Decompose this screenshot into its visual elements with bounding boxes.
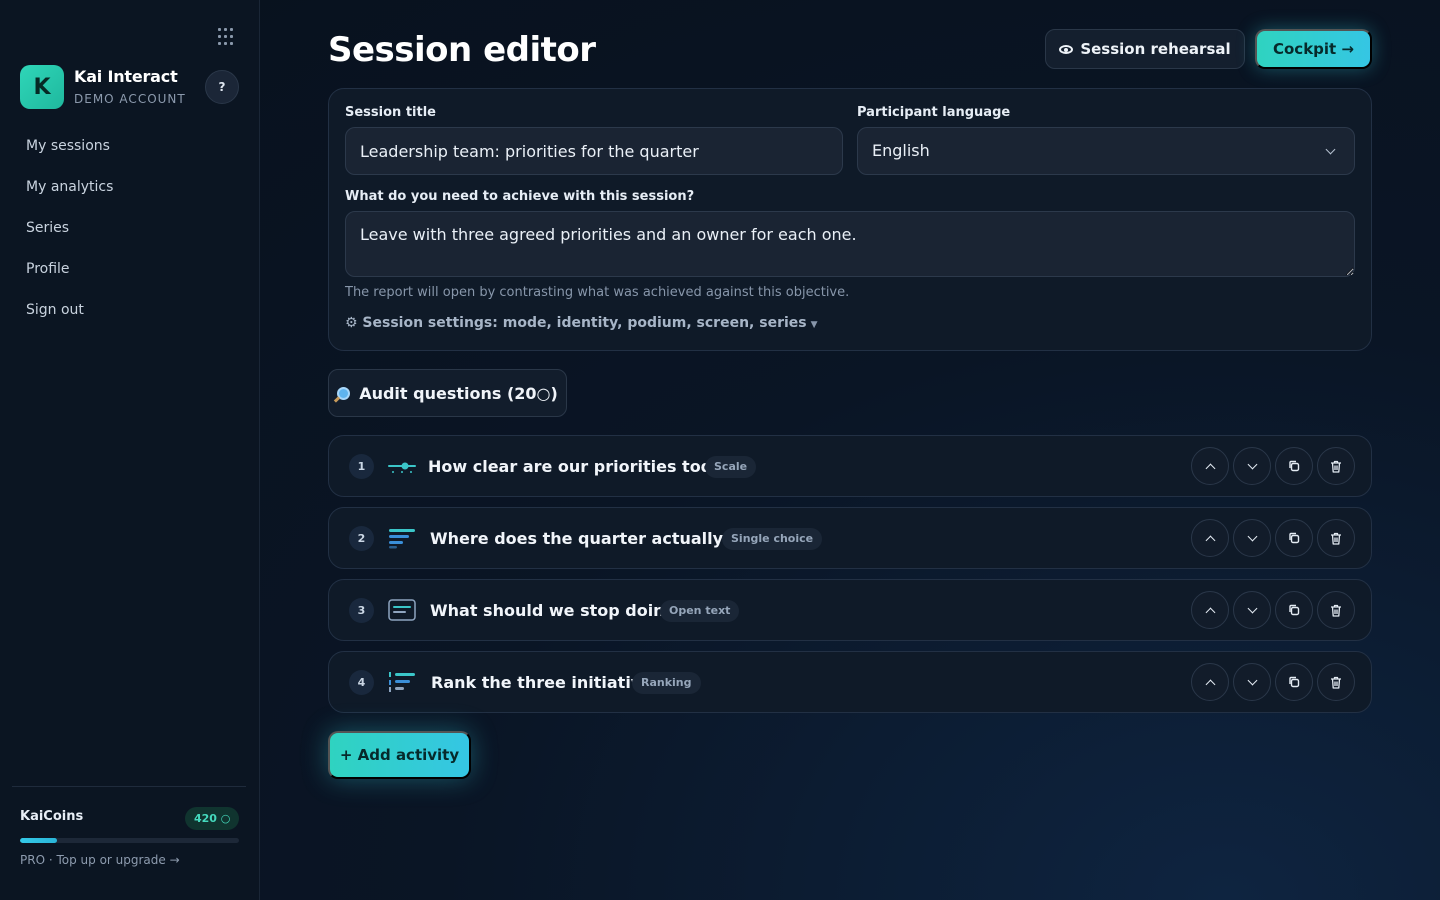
participant-language-value: English (872, 141, 930, 160)
activity-title: What should we stop doing? (430, 601, 686, 620)
chevron-down-icon (1247, 459, 1257, 469)
move-down-button[interactable] (1233, 591, 1271, 629)
activity-number: 3 (349, 598, 374, 623)
move-up-button[interactable] (1191, 447, 1229, 485)
sidebar: K Kai Interact DEMO ACCOUNT ? My session… (0, 0, 260, 900)
objective-label: What do you need to achieve with this se… (345, 189, 695, 204)
coins-balance-badge: 420 ○ (185, 807, 240, 830)
session-settings-card: Session title Participant language Engli… (328, 88, 1372, 351)
session-rehearsal-label: Session rehearsal (1080, 40, 1231, 58)
activity-type-badge: Scale (705, 456, 757, 478)
chevron-up-icon (1205, 535, 1215, 545)
chevron-down-icon (1247, 603, 1257, 613)
copy-icon (1289, 460, 1300, 472)
trash-icon (1331, 676, 1341, 689)
single-choice-bars-icon (389, 529, 415, 549)
activity-type-badge: Single choice (722, 528, 823, 550)
coins-progress-bar (20, 838, 239, 843)
move-down-button[interactable] (1233, 447, 1271, 485)
duplicate-button[interactable] (1275, 519, 1313, 557)
session-title-input[interactable] (345, 127, 843, 175)
activity-actions (1187, 591, 1355, 629)
chevron-up-icon (1205, 607, 1215, 617)
delete-button[interactable] (1317, 447, 1355, 485)
move-up-button[interactable] (1191, 519, 1229, 557)
account-type: DEMO ACCOUNT (74, 92, 186, 106)
sidebar-divider (12, 786, 246, 787)
apps-grid-icon[interactable] (218, 28, 236, 46)
brand-name: Kai Interact (74, 67, 178, 86)
coins-progress-fill (20, 838, 58, 843)
delete-button[interactable] (1317, 519, 1355, 557)
trash-icon (1331, 460, 1341, 473)
activity-card[interactable]: 3 What should we stop doing? Open text (328, 579, 1372, 641)
activity-actions (1187, 519, 1355, 557)
sidebar-item-series[interactable]: Series (26, 216, 113, 257)
sidebar-item-my-analytics[interactable]: My analytics (26, 175, 113, 216)
activity-number: 1 (349, 454, 374, 479)
activity-type-badge: Ranking (632, 672, 701, 694)
activity-actions (1187, 663, 1355, 701)
help-button[interactable]: ? (205, 70, 239, 104)
activity-card[interactable]: 4 Rank the three initiatives Ranking (328, 651, 1372, 713)
session-rehearsal-button[interactable]: Session rehearsal (1045, 29, 1245, 69)
magnifier-icon (337, 386, 351, 400)
move-up-button[interactable] (1191, 591, 1229, 629)
trash-icon (1331, 532, 1341, 545)
duplicate-button[interactable] (1275, 447, 1313, 485)
move-up-button[interactable] (1191, 663, 1229, 701)
copy-icon (1289, 532, 1300, 544)
eye-icon (1059, 44, 1074, 54)
activity-number: 4 (349, 670, 374, 695)
activity-title: How clear are our priorities today? (428, 457, 743, 476)
objective-textarea[interactable] (345, 211, 1355, 277)
objective-helper-text: The report will open by contrasting what… (345, 285, 850, 300)
chevron-up-icon (1205, 679, 1215, 689)
page-title: Session editor (328, 30, 596, 70)
participant-language-select[interactable]: English (857, 127, 1355, 175)
activity-actions (1187, 447, 1355, 485)
session-title-label: Session title (345, 105, 436, 120)
coins-label: KaiCoins (20, 809, 84, 824)
trash-icon (1331, 604, 1341, 617)
chevron-down-icon (1247, 675, 1257, 685)
scale-slider-icon (388, 462, 416, 473)
avatar: K (20, 65, 64, 109)
sidebar-item-profile[interactable]: Profile (26, 257, 113, 298)
session-settings-label: ⚙ Session settings: mode, identity, podi… (345, 315, 807, 331)
account-brand: K Kai Interact DEMO ACCOUNT (20, 65, 186, 109)
move-down-button[interactable] (1233, 663, 1271, 701)
sidebar-nav: My sessions My analytics Series Profile … (26, 134, 113, 339)
upgrade-link[interactable]: PRO · Top up or upgrade → (20, 853, 180, 867)
activity-number: 2 (349, 526, 374, 551)
chevron-down-icon (1247, 531, 1257, 541)
activity-card[interactable]: 1 How clear are our priorities today? Sc… (328, 435, 1372, 497)
delete-button[interactable] (1317, 663, 1355, 701)
participant-language-label: Participant language (857, 105, 1011, 120)
activity-title: Where does the quarter actually go? (430, 529, 761, 548)
activity-title: Rank the three initiatives (431, 673, 662, 692)
activity-type-badge: Open text (660, 600, 740, 622)
duplicate-button[interactable] (1275, 591, 1313, 629)
chevron-down-icon (1325, 144, 1336, 155)
delete-button[interactable] (1317, 591, 1355, 629)
open-text-box-icon (388, 599, 416, 621)
duplicate-button[interactable] (1275, 663, 1313, 701)
sidebar-item-my-sessions[interactable]: My sessions (26, 134, 113, 175)
cockpit-button[interactable]: Cockpit → (1255, 29, 1372, 69)
move-down-button[interactable] (1233, 519, 1271, 557)
session-settings-toggle[interactable]: ⚙ Session settings: mode, identity, podi… (345, 315, 818, 331)
copy-icon (1289, 676, 1300, 688)
caret-down-icon: ▼ (810, 320, 818, 330)
add-activity-button[interactable]: + Add activity (328, 731, 471, 779)
activity-card[interactable]: 2 Where does the quarter actually go? Si… (328, 507, 1372, 569)
copy-icon (1289, 604, 1300, 616)
chevron-up-icon (1205, 463, 1215, 473)
audit-questions-label: Audit questions (20○) (359, 383, 558, 403)
audit-questions-button[interactable]: Audit questions (20○) (328, 369, 567, 417)
sidebar-item-sign-out[interactable]: Sign out (26, 298, 113, 339)
ranking-list-icon (389, 672, 415, 692)
